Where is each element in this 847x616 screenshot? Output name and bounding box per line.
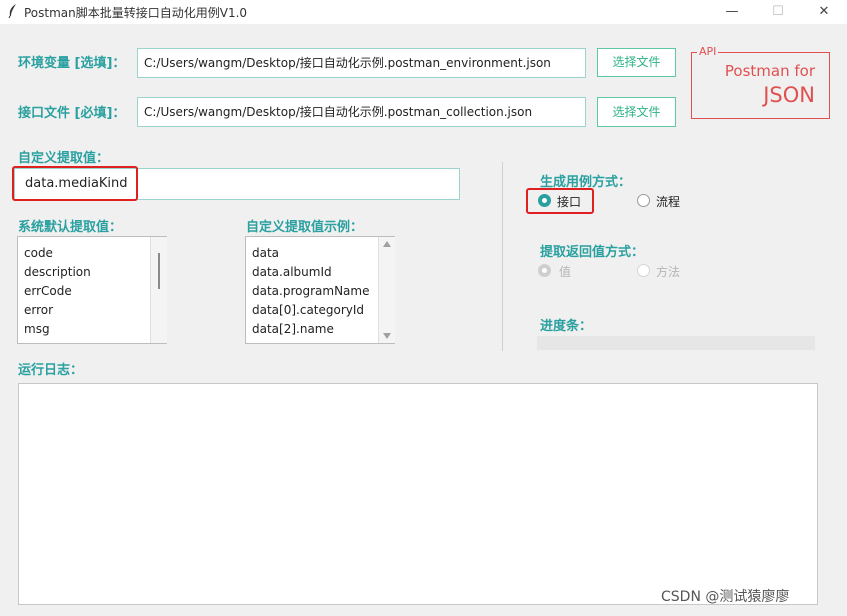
minimize-button[interactable]: — [709,0,755,24]
custom-extract-label: 自定义提取值： [18,151,110,166]
feather-icon [8,4,16,18]
api-file-label: 接口文件 [必填]： [18,106,126,121]
scroll-down-arrow-icon[interactable] [382,332,392,340]
return-mode-option-method[interactable]: 方法 [656,263,680,280]
logo-line2: JSON [763,83,815,107]
list-item[interactable]: data.programName [252,284,369,298]
api-file-input[interactable]: C:/Users/wangm/Desktop/接口自动化示例.postman_c… [137,97,586,127]
run-log-textarea[interactable] [18,383,818,605]
list-item[interactable]: data[0].categoryId [252,303,364,317]
list-item[interactable]: error [24,303,53,317]
title-bar: Postman脚本批量转接口自动化用例V1.0 — ☐ ✕ [0,0,847,24]
env-file-input[interactable]: C:/Users/wangm/Desktop/接口自动化示例.postman_e… [137,48,586,78]
list-item[interactable]: description [24,265,91,279]
example-extract-list[interactable]: data data.albumId data.programName data[… [245,236,395,344]
api-choose-file-button[interactable]: 选择文件 [597,97,676,127]
list-item[interactable]: data [252,246,279,260]
scroll-up-arrow-icon[interactable] [382,240,392,248]
default-extract-list[interactable]: code description errCode error msg [17,236,167,344]
list-item[interactable]: code [24,246,53,260]
env-label: 环境变量 [选填]： [18,56,126,71]
window-title: Postman脚本批量转接口自动化用例V1.0 [24,6,248,20]
progress-label: 进度条： [540,319,593,334]
highlight-box-custom [12,166,138,201]
list-item[interactable]: data.albumId [252,265,332,279]
return-mode-radio-method[interactable] [637,264,650,277]
logo-api-badge: API [697,45,719,58]
highlight-box-gen-mode [526,188,594,214]
list-item[interactable]: errCode [24,284,72,298]
return-mode-radio-value[interactable] [538,264,551,277]
return-mode-label: 提取返回值方式： [540,245,645,260]
example-extract-label: 自定义提取值示例： [246,220,364,235]
default-extract-label: 系统默认提取值： [18,220,123,235]
example-list-scrollbar[interactable] [378,237,395,343]
gen-mode-radio-flow[interactable] [637,194,650,207]
csdn-watermark: CSDN @测试猿廖廖 [661,589,790,605]
list-item[interactable]: msg [24,322,50,336]
logo-line1: Postman for [724,62,815,80]
close-button[interactable]: ✕ [801,0,847,24]
default-list-scrollbar[interactable] [150,237,167,343]
scrollbar-thumb[interactable] [158,253,160,289]
logo-box: API Postman for JSON [691,45,830,119]
env-choose-file-button[interactable]: 选择文件 [597,48,676,77]
progress-bar [537,336,815,350]
list-item[interactable]: data[2].name [252,322,334,336]
gen-mode-option-flow[interactable]: 流程 [656,193,680,210]
vertical-divider [502,162,503,351]
maximize-button[interactable]: ☐ [755,0,801,24]
return-mode-option-value[interactable]: 值 [559,263,571,280]
log-label: 运行日志： [18,363,84,378]
